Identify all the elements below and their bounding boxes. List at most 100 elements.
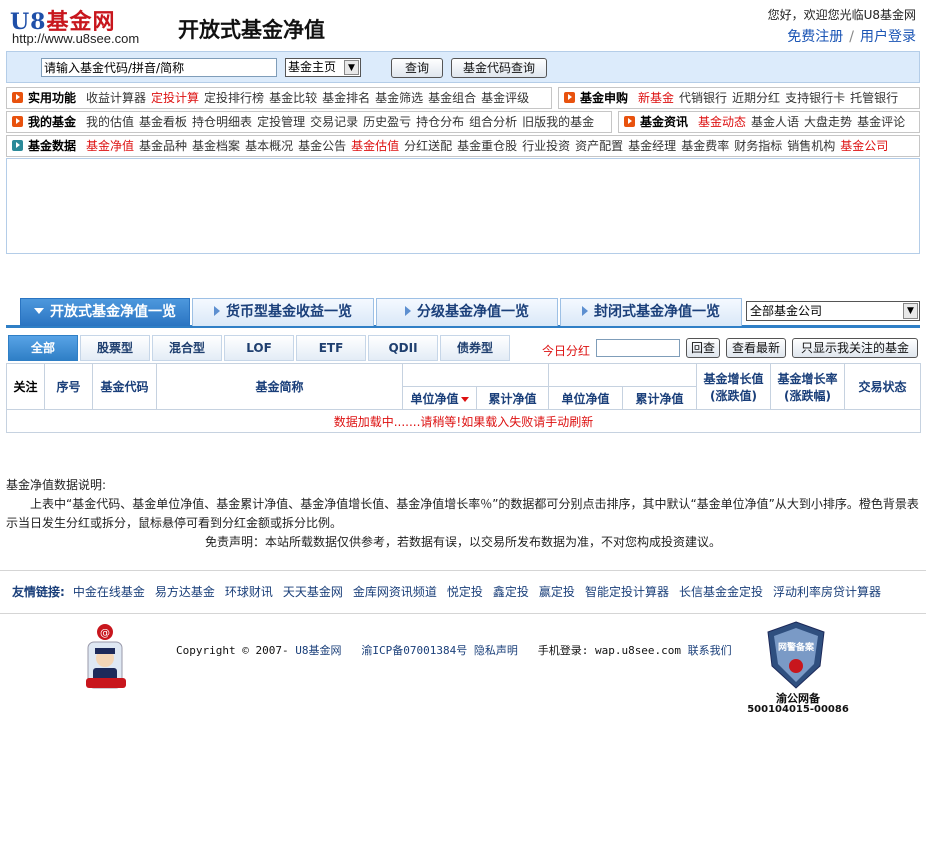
nav-my-fund-links: 我的估值 基金看板 持仓明细表 定投管理 交易记录 历史盈亏 持仓分布 组合分析 旧版我的基金 (86, 115, 599, 129)
nav-link[interactable]: 基金评级 (481, 91, 529, 105)
nav-link[interactable]: 基金组合 (428, 91, 476, 105)
nav-link[interactable]: 近期分红 (732, 91, 780, 105)
tab-money-fund[interactable]: 货币型基金收益一览 (192, 298, 374, 326)
nav-link[interactable]: 财务指标 (734, 139, 782, 153)
nav-link[interactable]: 分红送配 (404, 139, 452, 153)
nav-link[interactable]: 基金筛选 (375, 91, 423, 105)
nav-link[interactable]: 基金估值 (351, 139, 399, 153)
badge-number: 500104015-00086 (747, 704, 849, 715)
nav-link[interactable]: 基金品种 (139, 139, 187, 153)
login-link[interactable]: 用户登录 (860, 29, 916, 45)
contact-link[interactable]: 联系我们 (688, 644, 732, 657)
nav-link[interactable]: 新基金 (638, 91, 674, 105)
nav-link[interactable]: 收益计算器 (86, 91, 146, 105)
nav-link[interactable]: 基金排名 (322, 91, 370, 105)
search-input[interactable] (41, 58, 277, 77)
nav-link[interactable]: 持仓明细表 (192, 115, 252, 129)
nav-link[interactable]: 基金费率 (681, 139, 729, 153)
nav-link[interactable]: 基金公告 (298, 139, 346, 153)
recheck-button[interactable]: 回查 (686, 338, 720, 358)
col-unit-nav-previous[interactable]: 单位净值 (548, 386, 623, 410)
police-shield-icon[interactable]: 网警备案 (764, 620, 828, 690)
nav-link[interactable]: 基金看板 (139, 115, 187, 129)
nav-link[interactable]: 行业投资 (522, 139, 570, 153)
view-latest-button[interactable]: 查看最新 (726, 338, 786, 358)
nav-link[interactable]: 组合分析 (469, 115, 517, 129)
tab-open-fund-nav[interactable]: 开放式基金净值一览 (20, 298, 190, 326)
growth-rate-label: 基金增长率 (777, 371, 838, 386)
nav-my-fund: 我的基金 我的估值 基金看板 持仓明细表 定投管理 交易记录 历史盈亏 持仓分布 组合分析 旧版我… (6, 111, 612, 133)
nav-link[interactable]: 定投计算 (151, 91, 199, 105)
tab-closed-fund[interactable]: 封闭式基金净值一览 (560, 298, 742, 326)
friend-link[interactable]: 悦定投 (447, 585, 483, 599)
friend-link[interactable]: 长信基金金定投 (679, 585, 763, 599)
friend-link[interactable]: 赢定投 (539, 585, 575, 599)
friend-link[interactable]: 中金在线基金 (73, 585, 145, 599)
friend-link[interactable]: 天天基金网 (283, 585, 343, 599)
nav-link[interactable]: 基金人语 (751, 115, 799, 129)
company-select-value: 全部基金公司 (750, 304, 823, 318)
search-type-select[interactable]: 基金主页 ▼ (285, 58, 361, 77)
col-growth-rate[interactable]: 基金增长率 (涨跌幅) (770, 363, 845, 410)
nav-link[interactable]: 历史盈亏 (363, 115, 411, 129)
friend-link[interactable]: 鑫定投 (493, 585, 529, 599)
show-followed-button[interactable]: 只显示我关注的基金 (792, 338, 918, 358)
subtab-stock[interactable]: 股票型 (80, 335, 150, 361)
col-acc-nav-previous[interactable]: 累计净值 (622, 386, 697, 410)
friend-link[interactable]: 易方达基金 (155, 585, 215, 599)
subtab-all[interactable]: 全部 (8, 335, 78, 361)
friend-link[interactable]: 环球财讯 (225, 585, 273, 599)
site-name-link[interactable]: U8基金网 (295, 644, 341, 657)
subtab-etf[interactable]: ETF (296, 335, 366, 361)
nav-link[interactable]: 支持银行卡 (785, 91, 845, 105)
privacy-link[interactable]: 隐私声明 (474, 644, 518, 657)
tab-graded-fund[interactable]: 分级基金净值一览 (376, 298, 558, 326)
nav-link[interactable]: 销售机构 (787, 139, 835, 153)
fund-table: 关注 序号 基金代码 基金简称 基金增长值 (涨跌值) 基金增长率 (涨跌幅) 交易… (6, 363, 921, 433)
nav-practical-links: 收益计算器 定投计算 定投排行榜 基金比较 基金排名 基金筛选 基金组合 基金评级 (86, 91, 534, 105)
chevron-down-icon: ▼ (903, 303, 918, 319)
friend-link[interactable]: 智能定投计算器 (585, 585, 669, 599)
company-select[interactable]: 全部基金公司 ▼ (746, 301, 920, 321)
register-link[interactable]: 免费注册 (787, 29, 843, 45)
sort-desc-icon (460, 396, 469, 402)
arrow-badge-icon (564, 92, 575, 103)
nav-link[interactable]: 基金档案 (192, 139, 240, 153)
subtab-qdii[interactable]: QDII (368, 335, 438, 361)
col-growth-value[interactable]: 基金增长值 (涨跌值) (696, 363, 771, 410)
icp-link[interactable]: 渝ICP备07001384号 (361, 644, 467, 657)
nav-link[interactable]: 我的估值 (86, 115, 134, 129)
subtab-lof[interactable]: LOF (224, 335, 294, 361)
nav-link[interactable]: 定投排行榜 (204, 91, 264, 105)
nav-link[interactable]: 基金动态 (698, 115, 746, 129)
friend-link[interactable]: 金库网资讯频道 (353, 585, 437, 599)
police-icon[interactable]: @ (82, 622, 130, 692)
nav-link[interactable]: 大盘走势 (804, 115, 852, 129)
nav-link[interactable]: 托管银行 (850, 91, 898, 105)
nav-link[interactable]: 代销银行 (679, 91, 727, 105)
nav-link[interactable]: 资产配置 (575, 139, 623, 153)
site-logo[interactable]: U8基金网 http://www.u8see.com (10, 4, 160, 46)
query-button[interactable]: 查询 (391, 58, 443, 78)
nav-link[interactable]: 基金公司 (840, 139, 888, 153)
nav-link[interactable]: 基金经理 (628, 139, 676, 153)
nav-link[interactable]: 交易记录 (310, 115, 358, 129)
nav-link[interactable]: 旧版我的基金 (522, 115, 594, 129)
nav-link[interactable]: 持仓分布 (416, 115, 464, 129)
friend-link[interactable]: 浮动利率房贷计算器 (773, 585, 881, 599)
fundcode-query-button[interactable]: 基金代码查询 (451, 58, 547, 78)
col-code[interactable]: 基金代码 (92, 363, 157, 410)
subtab-bond[interactable]: 债券型 (440, 335, 510, 361)
subtab-hybrid[interactable]: 混合型 (152, 335, 222, 361)
nav-link[interactable]: 定投管理 (257, 115, 305, 129)
table-row: 数据加载中.......请稍等!如果载入失败请手动刷新 (6, 409, 921, 433)
col-acc-nav-current[interactable]: 累计净值 (476, 386, 549, 410)
nav-link[interactable]: 基金评论 (857, 115, 905, 129)
col-unit-nav-current[interactable]: 单位净值 (402, 386, 477, 410)
nav-link[interactable]: 基金比较 (269, 91, 317, 105)
dividend-date-input[interactable] (596, 339, 680, 357)
nav-link[interactable]: 基本概况 (245, 139, 293, 153)
nav-link[interactable]: 基金净值 (86, 139, 134, 153)
nav-link[interactable]: 基金重仓股 (457, 139, 517, 153)
mobile-url-link[interactable]: wap.u8see.com (595, 644, 681, 657)
